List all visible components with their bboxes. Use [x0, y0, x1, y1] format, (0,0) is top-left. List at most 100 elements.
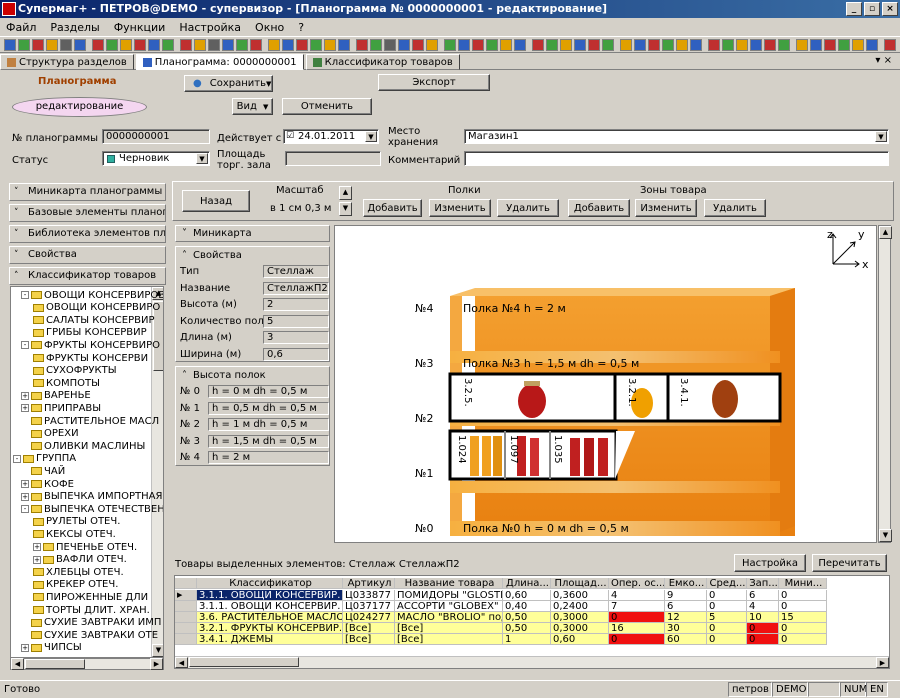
tab-structure[interactable]: Структура разделов: [0, 54, 134, 70]
row-indicator[interactable]: [175, 601, 197, 612]
tree-item[interactable]: ХЛЕБЦЫ ОТЕЧ.: [33, 566, 124, 578]
valid-date-field[interactable]: ☑ 24.01.2011 ▼: [283, 129, 379, 144]
tree-item[interactable]: КРЕКЕР ОТЕЧ.: [33, 579, 118, 591]
toolbar-tool-icon[interactable]: [676, 38, 688, 51]
toolbar-tool-icon[interactable]: [148, 38, 160, 51]
table-cell[interactable]: 0: [747, 634, 779, 645]
property-value[interactable]: 0,6: [263, 347, 329, 361]
toolbar-tool-icon[interactable]: [162, 38, 174, 51]
table-cell[interactable]: 3.6. РАСТИТЕЛЬНОЕ МАСЛО: [197, 612, 343, 623]
table-cell[interactable]: Ц033877: [343, 590, 395, 601]
table-cell[interactable]: 60: [665, 634, 707, 645]
menu-settings[interactable]: Настройка: [179, 21, 241, 34]
toolbar-tool-icon[interactable]: [208, 38, 220, 51]
table-cell[interactable]: МАСЛО "BROLIO" подсолнечное: [395, 612, 503, 623]
tab-classifier[interactable]: Классификатор товаров: [305, 54, 460, 70]
toolbar-tool-icon[interactable]: [60, 38, 72, 51]
toolbar-tool-icon[interactable]: [74, 38, 86, 51]
table-cell[interactable]: 7: [609, 601, 665, 612]
settings-button[interactable]: Настройка: [734, 554, 806, 572]
tree-item[interactable]: СУХОФРУКТЫ: [33, 365, 117, 377]
tree-item[interactable]: КОМПОТЫ: [33, 377, 100, 389]
toolbar-tool-icon[interactable]: [824, 38, 836, 51]
property-value[interactable]: 3: [263, 331, 329, 344]
toolbar-tool-icon[interactable]: [180, 38, 192, 51]
toolbar-tool-icon[interactable]: [296, 38, 308, 51]
table-cell[interactable]: ПОМИДОРЫ "GLOSTER" в с/с: [395, 590, 503, 601]
scroll-up-icon[interactable]: ▲: [879, 226, 892, 239]
toolbar-tool-icon[interactable]: [324, 38, 336, 51]
toolbar-tool-icon[interactable]: [750, 38, 762, 51]
toolbar-tool-icon[interactable]: [222, 38, 234, 51]
shelf-delete-button[interactable]: Удалить: [497, 199, 559, 217]
toolbar-tool-icon[interactable]: [412, 38, 424, 51]
bottle-product[interactable]: [470, 436, 479, 476]
toolbar-tool-icon[interactable]: [426, 38, 438, 51]
table-cell[interactable]: 0,50: [503, 612, 551, 623]
tree-item[interactable]: РАСТИТЕЛЬНОЕ МАСЛ: [21, 415, 159, 427]
jar-product[interactable]: [584, 438, 594, 476]
table-cell[interactable]: 6: [747, 590, 779, 601]
toolbar-tool-icon[interactable]: [602, 38, 614, 51]
collapse-icon[interactable]: -: [21, 341, 29, 350]
toolbar-tool-icon[interactable]: [662, 38, 674, 51]
property-value[interactable]: СтеллажП2: [263, 281, 329, 295]
table-cell[interactable]: 0: [609, 612, 665, 623]
tree-item[interactable]: - ОВОЩИ КОНСЕРВИРОВ: [21, 289, 163, 301]
panel-properties[interactable]: ˅ Свойства: [9, 246, 166, 264]
table-cell[interactable]: 0,2400: [551, 601, 609, 612]
panel-base-elements[interactable]: ˅ Базовые элементы планограмм: [9, 204, 166, 222]
rack-3d-view[interactable]: z y x №4 №3 №2 №1 №0 Полка №4 h = 2 м По…: [335, 226, 877, 543]
shelf-height-value[interactable]: h = 2 м: [208, 451, 329, 464]
bottle-product[interactable]: [493, 436, 502, 476]
tree-item[interactable]: + ВЫПЕЧКА ИМПОРТНАЯ: [21, 491, 162, 503]
expand-icon[interactable]: +: [21, 391, 29, 400]
tab-planogram[interactable]: Планограмма: 0000000001: [135, 54, 304, 70]
tree-item[interactable]: + ПРИПРАВЫ: [21, 402, 101, 414]
tree-item[interactable]: ОВОЩИ КОНСЕРВИРО: [33, 302, 160, 314]
expand-icon[interactable]: +: [33, 543, 41, 551]
toolbar-tool-icon[interactable]: [634, 38, 646, 51]
column-header[interactable]: Название товара: [395, 578, 503, 589]
canvas-scrollbar[interactable]: ▲ ▼: [878, 225, 892, 543]
scroll-down-icon[interactable]: ▼: [152, 644, 163, 657]
scroll-thumb[interactable]: [189, 657, 299, 667]
jar-product[interactable]: [712, 380, 738, 418]
table-cell[interactable]: 16: [609, 623, 665, 634]
scroll-down-icon[interactable]: ▼: [879, 529, 892, 542]
row-indicator[interactable]: [175, 634, 197, 645]
property-value[interactable]: 5: [263, 314, 329, 328]
save-button[interactable]: ● Сохранить ▼: [184, 75, 273, 92]
menu-sections[interactable]: Разделы: [50, 21, 99, 34]
scroll-thumb[interactable]: [25, 659, 85, 669]
table-cell[interactable]: Ц037177: [343, 601, 395, 612]
tree-item[interactable]: ОРЕХИ: [21, 428, 79, 440]
table-cell[interactable]: 0: [707, 601, 747, 612]
toolbar-tool-icon[interactable]: [4, 38, 16, 51]
table-cell[interactable]: 0: [707, 590, 747, 601]
tree-item[interactable]: - ВЫПЕЧКА ОТЕЧЕСТВЕН: [21, 503, 163, 515]
toolbar-tool-icon[interactable]: [444, 38, 456, 51]
toolbar-tool-icon[interactable]: [370, 38, 382, 51]
table-cell[interactable]: 4: [609, 590, 665, 601]
table-cell[interactable]: 9: [665, 590, 707, 601]
toolbar-tool-icon[interactable]: [92, 38, 104, 51]
toolbar-tool-icon[interactable]: [194, 38, 206, 51]
toolbar-tool-icon[interactable]: [736, 38, 748, 51]
toolbar-tool-icon[interactable]: [546, 38, 558, 51]
table-cell[interactable]: 5: [707, 612, 747, 623]
toolbar-tool-icon[interactable]: [722, 38, 734, 51]
table-cell[interactable]: 30: [665, 623, 707, 634]
scale-down-icon[interactable]: ▼: [339, 202, 352, 216]
table-row[interactable]: 3.1.1. ОВОЩИ КОНСЕРВИР. Ц037177 АССОРТИ "G…: [175, 601, 827, 612]
toolbar-tool-icon[interactable]: [18, 38, 30, 51]
table-cell[interactable]: 3.4.1. ДЖЕМЫ: [197, 634, 343, 645]
table-cell[interactable]: [Все]: [343, 634, 395, 645]
row-indicator[interactable]: [175, 623, 197, 634]
tabs-menu-icon[interactable]: ▾ ×: [875, 55, 892, 66]
table-cell[interactable]: 10: [747, 612, 779, 623]
zone-edit-button[interactable]: Изменить: [635, 199, 697, 217]
menu-help[interactable]: ?: [298, 21, 304, 34]
toolbar-tool-icon[interactable]: [356, 38, 368, 51]
column-header[interactable]: Зап...: [747, 578, 779, 589]
